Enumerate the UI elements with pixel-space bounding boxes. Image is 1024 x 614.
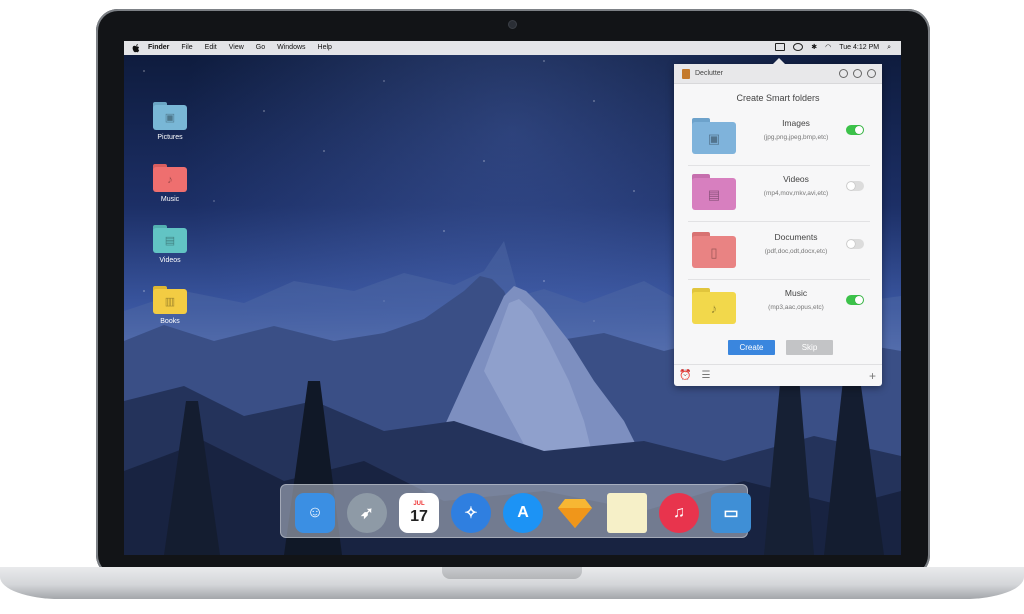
smart-folder-row-videos: ▤ Videos (mp4,mov,mkv,avi,etc) [688, 166, 870, 222]
notes-app-icon[interactable] [607, 493, 647, 533]
help-icon[interactable] [839, 69, 848, 78]
menu-extras: ✱ ◠ Tue 4:12 PM ⌕ [771, 41, 901, 55]
film-icon: ▤ [164, 235, 176, 247]
declutter-popover: Declutter Create Smart folders ▣ Images … [674, 58, 882, 386]
desktop-icon-music[interactable]: ♪ Music [143, 164, 197, 203]
popover-heading: Create Smart folders [736, 93, 820, 103]
row-extensions: (pdf,doc,odt,docx,etc) [764, 248, 828, 255]
desktop-icon-videos[interactable]: ▤ Videos [143, 225, 197, 264]
image-icon: ▣ [707, 131, 721, 146]
books-icon: ▥ [164, 296, 176, 308]
menu-bar: Finder File Edit View Go Windows Help ✱ … [124, 41, 901, 55]
images-toggle[interactable] [846, 125, 864, 135]
music-toggle[interactable] [846, 295, 864, 305]
launchpad-app-icon[interactable]: ➶ [347, 493, 387, 533]
apple-logo-icon[interactable] [132, 43, 140, 53]
menu-edit[interactable]: Edit [199, 41, 223, 55]
alarm-clock-icon[interactable]: ⏰ [674, 370, 696, 381]
image-icon: ▣ [164, 112, 176, 124]
row-extensions: (jpg,png,jpeg,bmp,etc) [763, 134, 829, 141]
folder-icon: ▥ [153, 286, 187, 314]
row-name: Images [782, 118, 810, 128]
sliders-icon[interactable]: ☰ [696, 370, 715, 381]
images-folder-icon: ▣ [692, 118, 736, 154]
row-name: Music [784, 288, 808, 298]
folder-icon: ▤ [153, 225, 187, 253]
settings-icon[interactable] [853, 69, 862, 78]
folder-icon: ♪ [153, 164, 187, 192]
declutter-app-icon [682, 68, 690, 79]
row-name: Videos [783, 174, 809, 184]
app-store-app-icon[interactable]: A [503, 493, 543, 533]
search-icon[interactable]: ⌕ [883, 41, 895, 55]
calendar-month: JUL [413, 501, 425, 507]
desktop-icon-books[interactable]: ▥ Books [143, 286, 197, 325]
play-icon[interactable] [867, 69, 876, 78]
sketch-app-icon[interactable] [555, 493, 595, 533]
keynote-app-icon[interactable]: ▭ [711, 493, 751, 533]
film-icon: ▤ [707, 187, 721, 202]
check-circle-icon[interactable] [789, 41, 807, 55]
popover-titlebar: Declutter [674, 64, 882, 84]
menu-go[interactable]: Go [250, 41, 271, 55]
music-folder-icon: ♪ [692, 288, 736, 324]
videos-folder-icon: ▤ [692, 174, 736, 210]
music-note-icon: ♪ [167, 174, 173, 186]
smart-folder-row-documents: ▯ Documents (pdf,doc,odt,docx,etc) [688, 224, 870, 280]
documents-folder-icon: ▯ [692, 232, 736, 268]
desktop-icon-label: Videos [159, 257, 181, 264]
add-icon[interactable]: + [864, 369, 882, 383]
skip-button[interactable]: Skip [786, 340, 833, 355]
laptop-notch [442, 567, 582, 579]
folder-icon: ▣ [153, 102, 187, 130]
dock: ☺ ➶ JUL 17 ✧ A ♫ ▭ [280, 484, 751, 538]
menu-help[interactable]: Help [312, 41, 338, 55]
itunes-app-icon[interactable]: ♫ [659, 493, 699, 533]
smart-folder-row-images: ▣ Images (jpg,png,jpeg,bmp,etc) [688, 110, 870, 166]
smart-folder-row-music: ♪ Music (mp3,aac,opus,etc) [688, 280, 870, 336]
bluetooth-icon[interactable]: ✱ [807, 41, 821, 55]
calendar-app-icon[interactable]: JUL 17 [399, 493, 439, 533]
desktop-icon-label: Pictures [157, 134, 183, 141]
document-icon: ▯ [710, 245, 718, 260]
create-button[interactable]: Create [728, 340, 775, 355]
desktop-icon-label: Books [160, 318, 180, 325]
videos-toggle[interactable] [846, 181, 864, 191]
row-extensions: (mp3,aac,opus,etc) [768, 304, 824, 311]
safari-app-icon[interactable]: ✧ [451, 493, 491, 533]
laptop-mockup: Finder File Edit View Go Windows Help ✱ … [0, 0, 1024, 614]
desktop-icon-pictures[interactable]: ▣ Pictures [143, 102, 197, 141]
menu-file[interactable]: File [175, 41, 198, 55]
calendar-day: 17 [410, 508, 428, 525]
desktop-icon-label: Music [160, 196, 180, 203]
menu-view[interactable]: View [223, 41, 250, 55]
documents-toggle[interactable] [846, 239, 864, 249]
menu-app-finder[interactable]: Finder [142, 41, 175, 55]
menu-windows[interactable]: Windows [271, 41, 311, 55]
row-name: Documents [774, 232, 818, 242]
popover-app-title: Declutter [695, 70, 724, 77]
popover-footer: ⏰ ☰ + [674, 364, 882, 386]
camera-icon [508, 20, 517, 29]
declutter-icon[interactable] [771, 41, 789, 55]
wifi-icon[interactable]: ◠ [821, 41, 835, 55]
finder-app-icon[interactable]: ☺ [295, 493, 335, 533]
menu-clock[interactable]: Tue 4:12 PM [835, 41, 883, 55]
music-note-icon: ♪ [710, 301, 718, 316]
row-extensions: (mp4,mov,mkv,avi,etc) [763, 190, 829, 197]
